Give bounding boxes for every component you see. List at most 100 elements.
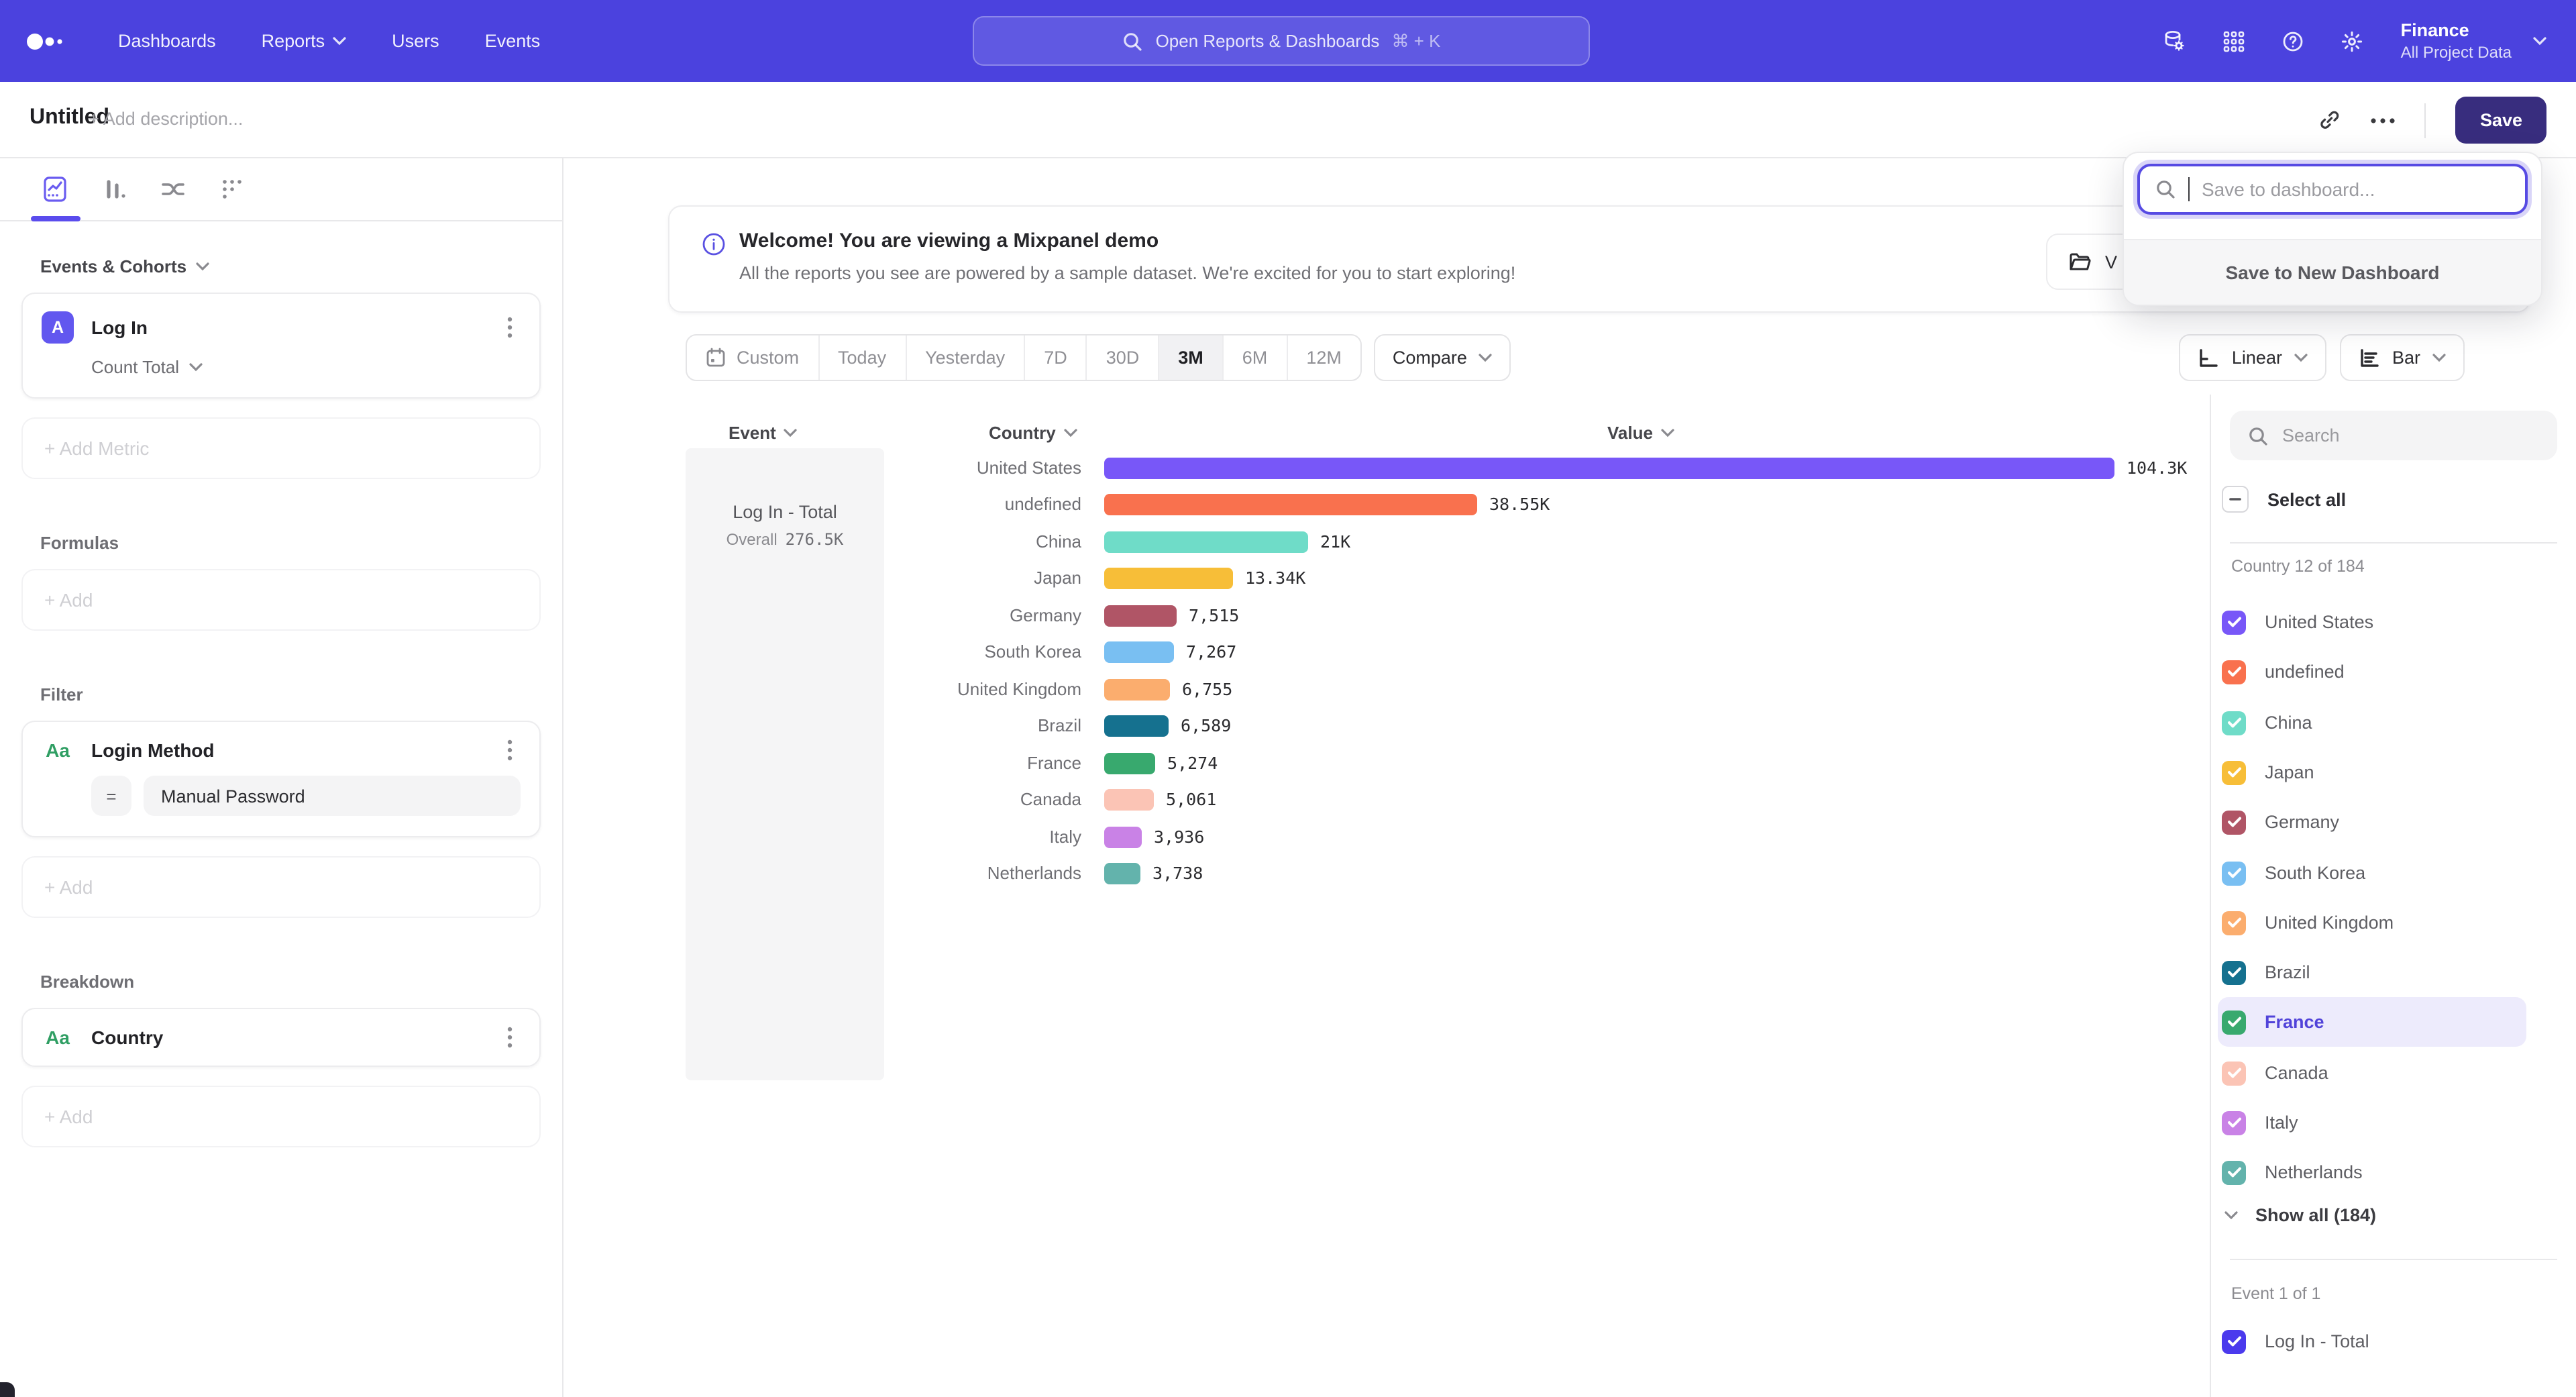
- project-switcher[interactable]: Finance All Project Data: [2401, 20, 2546, 62]
- legend-row-germany[interactable]: Germany: [2218, 797, 2526, 847]
- add-formula-button[interactable]: + Add: [21, 569, 541, 631]
- bar-netherlands[interactable]: [1104, 863, 1140, 884]
- legend-row-united-states[interactable]: United States: [2218, 597, 2526, 647]
- compare-button[interactable]: Compare: [1374, 334, 1511, 381]
- tab-flows[interactable]: [158, 174, 188, 204]
- add-filter-button[interactable]: + Add: [21, 856, 541, 918]
- bar-france[interactable]: [1104, 753, 1155, 774]
- scale-select[interactable]: Linear: [2180, 334, 2326, 381]
- legend-row-italy[interactable]: Italy: [2218, 1098, 2526, 1147]
- filter-property-name[interactable]: Login Method: [91, 739, 482, 761]
- legend-row-netherlands[interactable]: Netherlands: [2218, 1147, 2526, 1197]
- country-checkbox[interactable]: [2222, 711, 2246, 735]
- bar-united-kingdom[interactable]: [1104, 679, 1170, 701]
- global-search-input[interactable]: Open Reports & Dashboards ⌘ + K: [973, 16, 1590, 66]
- country-checkbox[interactable]: [2222, 610, 2246, 634]
- filter-operator[interactable]: =: [91, 776, 131, 816]
- bar-united-states[interactable]: [1104, 458, 2114, 479]
- range-6m[interactable]: 6M: [1224, 335, 1288, 380]
- nav-reports[interactable]: Reports: [262, 31, 347, 51]
- bar-chart-icon: [2359, 347, 2380, 368]
- legend-row-brazil[interactable]: Brazil: [2218, 947, 2526, 997]
- breakdown-property-name[interactable]: Country: [91, 1027, 482, 1048]
- country-checkbox[interactable]: [2222, 1061, 2246, 1085]
- filter-menu-icon[interactable]: [499, 739, 521, 761]
- range-12m[interactable]: 12M: [1287, 335, 1360, 380]
- legend-row-undefined[interactable]: undefined: [2218, 647, 2526, 696]
- more-options-icon[interactable]: [2371, 117, 2396, 123]
- range-yesterday[interactable]: Yesterday: [906, 335, 1025, 380]
- range-3m[interactable]: 3M: [1159, 335, 1224, 380]
- legend-search-input[interactable]: Search: [2230, 411, 2557, 460]
- mixpanel-logo-icon[interactable]: [24, 30, 64, 52]
- bar-japan[interactable]: [1104, 568, 1233, 589]
- legend-row-south-korea[interactable]: South Korea: [2218, 848, 2526, 898]
- bar-italy[interactable]: [1104, 827, 1142, 848]
- select-all-checkbox[interactable]: Select all: [2222, 486, 2346, 513]
- save-to-new-dashboard-button[interactable]: Save to New Dashboard: [2124, 239, 2541, 305]
- filter-value[interactable]: Manual Password: [144, 776, 521, 816]
- legend-row-japan[interactable]: Japan: [2218, 747, 2526, 797]
- bar-canada[interactable]: [1104, 789, 1154, 811]
- nav-dashboards[interactable]: Dashboards: [118, 31, 216, 51]
- bar-category-label: Canada: [759, 789, 1081, 811]
- event-column-header[interactable]: Event: [729, 423, 798, 443]
- search-icon: [2155, 178, 2176, 200]
- show-all-button[interactable]: Show all (184): [2224, 1205, 2376, 1225]
- chart-type-select[interactable]: Bar: [2340, 334, 2465, 381]
- aggregation-select[interactable]: Count Total: [91, 357, 521, 377]
- add-description[interactable]: + Add description...: [89, 109, 243, 129]
- legend-row-china[interactable]: China: [2218, 698, 2526, 747]
- country-checkbox[interactable]: [2222, 960, 2246, 984]
- nav-users[interactable]: Users: [392, 31, 439, 51]
- country-checkbox[interactable]: [2222, 760, 2246, 784]
- save-button[interactable]: Save: [2456, 97, 2546, 144]
- copy-link-icon[interactable]: [2319, 109, 2342, 132]
- range-custom[interactable]: Custom: [687, 335, 819, 380]
- legend-row-canada[interactable]: Canada: [2218, 1048, 2526, 1098]
- settings-gear-icon[interactable]: [2342, 30, 2363, 52]
- apps-grid-icon[interactable]: [2224, 30, 2245, 52]
- tab-retention[interactable]: [217, 174, 247, 204]
- help-icon[interactable]: [2283, 30, 2304, 52]
- bar-brazil[interactable]: [1104, 715, 1169, 737]
- metric-menu-icon[interactable]: [499, 317, 521, 338]
- event-checkbox[interactable]: [2222, 1329, 2246, 1353]
- country-column-header[interactable]: Country: [989, 423, 1077, 443]
- country-checkbox[interactable]: [2222, 1160, 2246, 1184]
- range-today[interactable]: Today: [819, 335, 906, 380]
- country-checkbox[interactable]: [2222, 861, 2246, 885]
- range-30d[interactable]: 30D: [1087, 335, 1160, 380]
- range-7d[interactable]: 7D: [1025, 335, 1087, 380]
- events-section-header[interactable]: Events & Cohorts: [40, 256, 562, 276]
- bar-germany[interactable]: [1104, 605, 1177, 627]
- bar-category-label: Netherlands: [759, 863, 1081, 884]
- tab-insights[interactable]: [40, 174, 70, 204]
- value-column-header[interactable]: Value: [1607, 423, 1674, 443]
- filter-card[interactable]: Aa Login Method = Manual Password: [21, 721, 541, 837]
- country-checkbox[interactable]: [2222, 810, 2246, 834]
- metric-card[interactable]: A Log In Count Total: [21, 293, 541, 399]
- save-to-dashboard-input[interactable]: Save to dashboard...: [2137, 164, 2528, 215]
- country-checkbox[interactable]: [2222, 660, 2246, 684]
- chevron-down-icon: [1661, 428, 1674, 437]
- bar-south-korea[interactable]: [1104, 641, 1174, 663]
- tab-funnels[interactable]: [99, 174, 129, 204]
- legend-row-france[interactable]: France: [2218, 997, 2526, 1047]
- bar-china[interactable]: [1104, 531, 1308, 553]
- legend-event-row[interactable]: Log In - Total: [2218, 1316, 2526, 1366]
- breakdown-menu-icon[interactable]: [499, 1027, 521, 1048]
- legend-row-united-kingdom[interactable]: United Kingdom: [2218, 898, 2526, 947]
- metric-event-name[interactable]: Log In: [91, 317, 482, 338]
- bar-undefined[interactable]: [1104, 494, 1477, 515]
- nav-events[interactable]: Events: [485, 31, 541, 51]
- country-checkbox[interactable]: [2222, 911, 2246, 935]
- data-management-icon[interactable]: [2163, 30, 2186, 52]
- add-breakdown-button[interactable]: + Add: [21, 1086, 541, 1147]
- country-checkbox[interactable]: [2222, 1110, 2246, 1135]
- country-checkbox[interactable]: [2222, 1010, 2246, 1034]
- breakdown-card[interactable]: Aa Country: [21, 1008, 541, 1067]
- bar-value-label: 7,515: [1189, 605, 1239, 627]
- chat-widget-corner[interactable]: [0, 1382, 15, 1397]
- add-metric-button[interactable]: + Add Metric: [21, 417, 541, 479]
